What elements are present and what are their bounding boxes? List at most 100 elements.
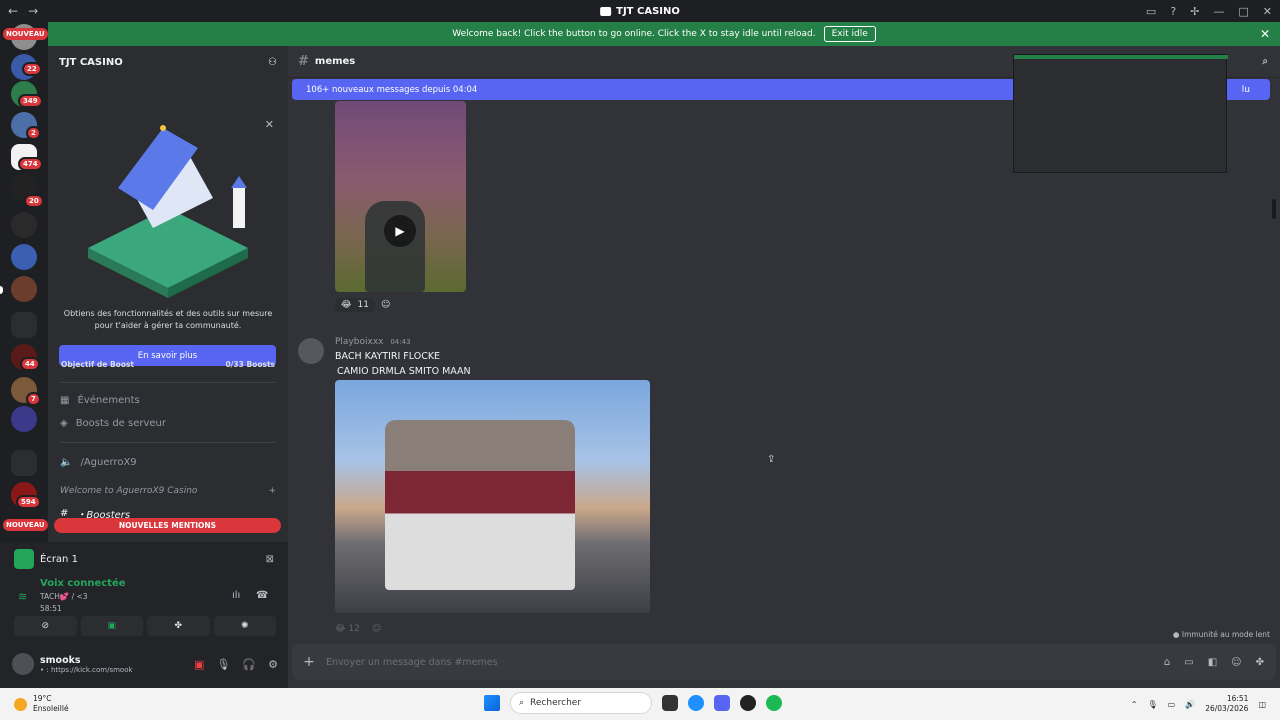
- back-arrow-icon[interactable]: ←: [8, 4, 18, 18]
- discord-logo-icon: [600, 6, 612, 16]
- emoji-icon[interactable]: ☺: [1231, 657, 1241, 668]
- voice-channel-item[interactable]: 🔈 /AguerroX9: [60, 453, 137, 471]
- stop-stream-icon[interactable]: ⊠: [266, 554, 274, 565]
- voice-channel-name[interactable]: TACH💕 / <3: [40, 592, 126, 601]
- spotify-icon[interactable]: [766, 695, 782, 711]
- app-icon[interactable]: [740, 695, 756, 711]
- speaker-icon: 🔈: [60, 456, 73, 468]
- camera-off-button[interactable]: ⊘: [14, 616, 77, 636]
- video-attachment[interactable]: ▶: [335, 101, 466, 292]
- headphones-icon[interactable]: 🎧: [242, 658, 256, 671]
- stream-preview[interactable]: [1013, 54, 1228, 173]
- new-badge-bottom[interactable]: NOUVEAU: [3, 519, 48, 531]
- clock[interactable]: 16:51 26/03/2026: [1205, 694, 1248, 714]
- reaction-laugh[interactable]: 😂 12: [335, 624, 360, 634]
- guild-header[interactable]: TJT CASINO ⚇: [48, 46, 288, 78]
- user-area: smooks • : https://kick.com/smook ▣ 🎙 🎧 …: [12, 650, 278, 678]
- volume-icon[interactable]: 🔊: [1185, 700, 1195, 709]
- avatar[interactable]: [298, 338, 324, 364]
- gift-icon[interactable]: ⌂: [1164, 657, 1170, 668]
- server-boosts-item[interactable]: ◈ Boosts de serveur: [60, 414, 166, 432]
- windows-start-icon[interactable]: [484, 695, 500, 711]
- events-label: Événements: [77, 394, 140, 406]
- soundboard-button[interactable]: ✺: [213, 616, 276, 636]
- mark-read-button[interactable]: lu: [1242, 85, 1250, 95]
- notifications-icon[interactable]: ◫: [1258, 700, 1266, 709]
- avatar[interactable]: [12, 653, 34, 675]
- clock-icon: ●: [1172, 630, 1180, 639]
- voice-channel-label: /AguerroX9: [80, 456, 137, 468]
- message-input[interactable]: Envoyer un message dans #memes: [326, 657, 498, 668]
- message-text-line1: BACH KAYTIRI FLOCKE: [335, 351, 441, 362]
- settings-gear-icon[interactable]: ⚙: [268, 658, 278, 671]
- activities-button[interactable]: ✤: [147, 616, 210, 636]
- clock-date: 26/03/2026: [1205, 704, 1249, 713]
- help-icon[interactable]: ?: [1170, 5, 1176, 18]
- category-header[interactable]: Welcome to AguerroX9 Casino +: [60, 486, 276, 496]
- user-info[interactable]: smooks • : https://kick.com/smook: [40, 655, 133, 674]
- attach-plus-icon[interactable]: +: [292, 654, 326, 670]
- banner-close-icon[interactable]: ✕: [1260, 27, 1270, 41]
- reaction-laugh[interactable]: 😂 11: [335, 298, 375, 312]
- apps-icon[interactable]: ✤: [1256, 657, 1264, 668]
- taskbar-center: ⌕ Rechercher: [484, 692, 782, 714]
- scrollbar[interactable]: [1272, 199, 1276, 219]
- sun-icon: [14, 697, 27, 711]
- add-reaction-icon[interactable]: ☺: [381, 300, 390, 310]
- promo-text-line2: pour t'aider à gérer ta communauté.: [94, 321, 242, 330]
- image-attachment[interactable]: [335, 380, 650, 613]
- game-icon[interactable]: ▣: [194, 658, 204, 671]
- message-composer: + Envoyer un message dans #memes ⌂ ▭ ◧ ☺…: [292, 644, 1276, 680]
- forward-arrow-icon[interactable]: →: [28, 4, 38, 18]
- network-icon[interactable]: ▭: [1168, 700, 1176, 709]
- microphone-icon[interactable]: 🎙: [1148, 700, 1158, 709]
- server-folder-icon[interactable]: [11, 312, 37, 338]
- server-icon[interactable]: [11, 406, 37, 432]
- message-time: 04:43: [390, 338, 411, 346]
- username: smooks: [40, 654, 81, 666]
- maximize-icon[interactable]: □: [1238, 5, 1248, 18]
- category-label: Welcome to AguerroX9 Casino: [60, 486, 198, 496]
- sticker-icon[interactable]: ◧: [1208, 657, 1217, 668]
- microphone-icon[interactable]: 🎙: [216, 658, 230, 671]
- exit-idle-button[interactable]: Exit idle: [823, 26, 876, 42]
- signal-icon: ≋: [18, 590, 28, 603]
- message-author[interactable]: Playboixxx: [335, 337, 383, 347]
- slowmode-immunity: ● Immunité au mode lent: [1173, 630, 1270, 639]
- voice-status[interactable]: Voix connectée: [40, 578, 126, 589]
- share-screen-button[interactable]: ▣: [80, 616, 143, 636]
- chevron-up-icon[interactable]: ⌃: [1131, 700, 1138, 709]
- inbox-icon[interactable]: ▭: [1146, 5, 1156, 18]
- unread-badge: 20: [24, 194, 44, 208]
- invite-icon[interactable]: ⚇: [268, 57, 277, 68]
- tools-icon[interactable]: ✢: [1190, 5, 1199, 18]
- clock-time: 16:51: [1226, 694, 1249, 703]
- new-mentions-button[interactable]: NOUVELLES MENTIONS: [54, 518, 281, 533]
- server-icon[interactable]: [11, 244, 37, 270]
- boost-goal[interactable]: Objectif de Boost 0/33 Boosts: [48, 352, 288, 376]
- truck-image: [385, 420, 575, 590]
- disconnect-icon[interactable]: ☎: [256, 590, 268, 601]
- close-window-icon[interactable]: ✕: [1263, 5, 1272, 18]
- noise-icon[interactable]: ılı: [232, 590, 240, 601]
- task-view-icon[interactable]: [662, 695, 678, 711]
- unread-badge: 349: [18, 94, 43, 108]
- discord-icon[interactable]: [714, 695, 730, 711]
- new-badge-top[interactable]: NOUVEAU: [3, 28, 48, 40]
- minimize-icon[interactable]: —: [1213, 5, 1224, 18]
- weather-widget[interactable]: 19°C Ensoleillé: [14, 694, 69, 714]
- play-icon[interactable]: ▶: [384, 215, 416, 247]
- house-illustration: [88, 125, 248, 298]
- events-item[interactable]: ▦ Événements: [60, 391, 140, 409]
- message-text-line2: CAMIO DRMLA SMITO MAAN: [337, 366, 471, 377]
- server-boosts-label: Boosts de serveur: [75, 417, 166, 429]
- add-channel-icon[interactable]: +: [268, 486, 276, 496]
- taskbar-search[interactable]: ⌕ Rechercher: [510, 692, 652, 714]
- add-reaction-icon[interactable]: ☺: [372, 624, 381, 634]
- gif-icon[interactable]: ▭: [1184, 657, 1193, 668]
- server-icon[interactable]: [11, 276, 37, 302]
- server-icon[interactable]: [11, 212, 37, 238]
- edge-icon[interactable]: [688, 695, 704, 711]
- search-icon[interactable]: ⌕: [1262, 56, 1268, 67]
- server-folder-icon[interactable]: [11, 450, 37, 476]
